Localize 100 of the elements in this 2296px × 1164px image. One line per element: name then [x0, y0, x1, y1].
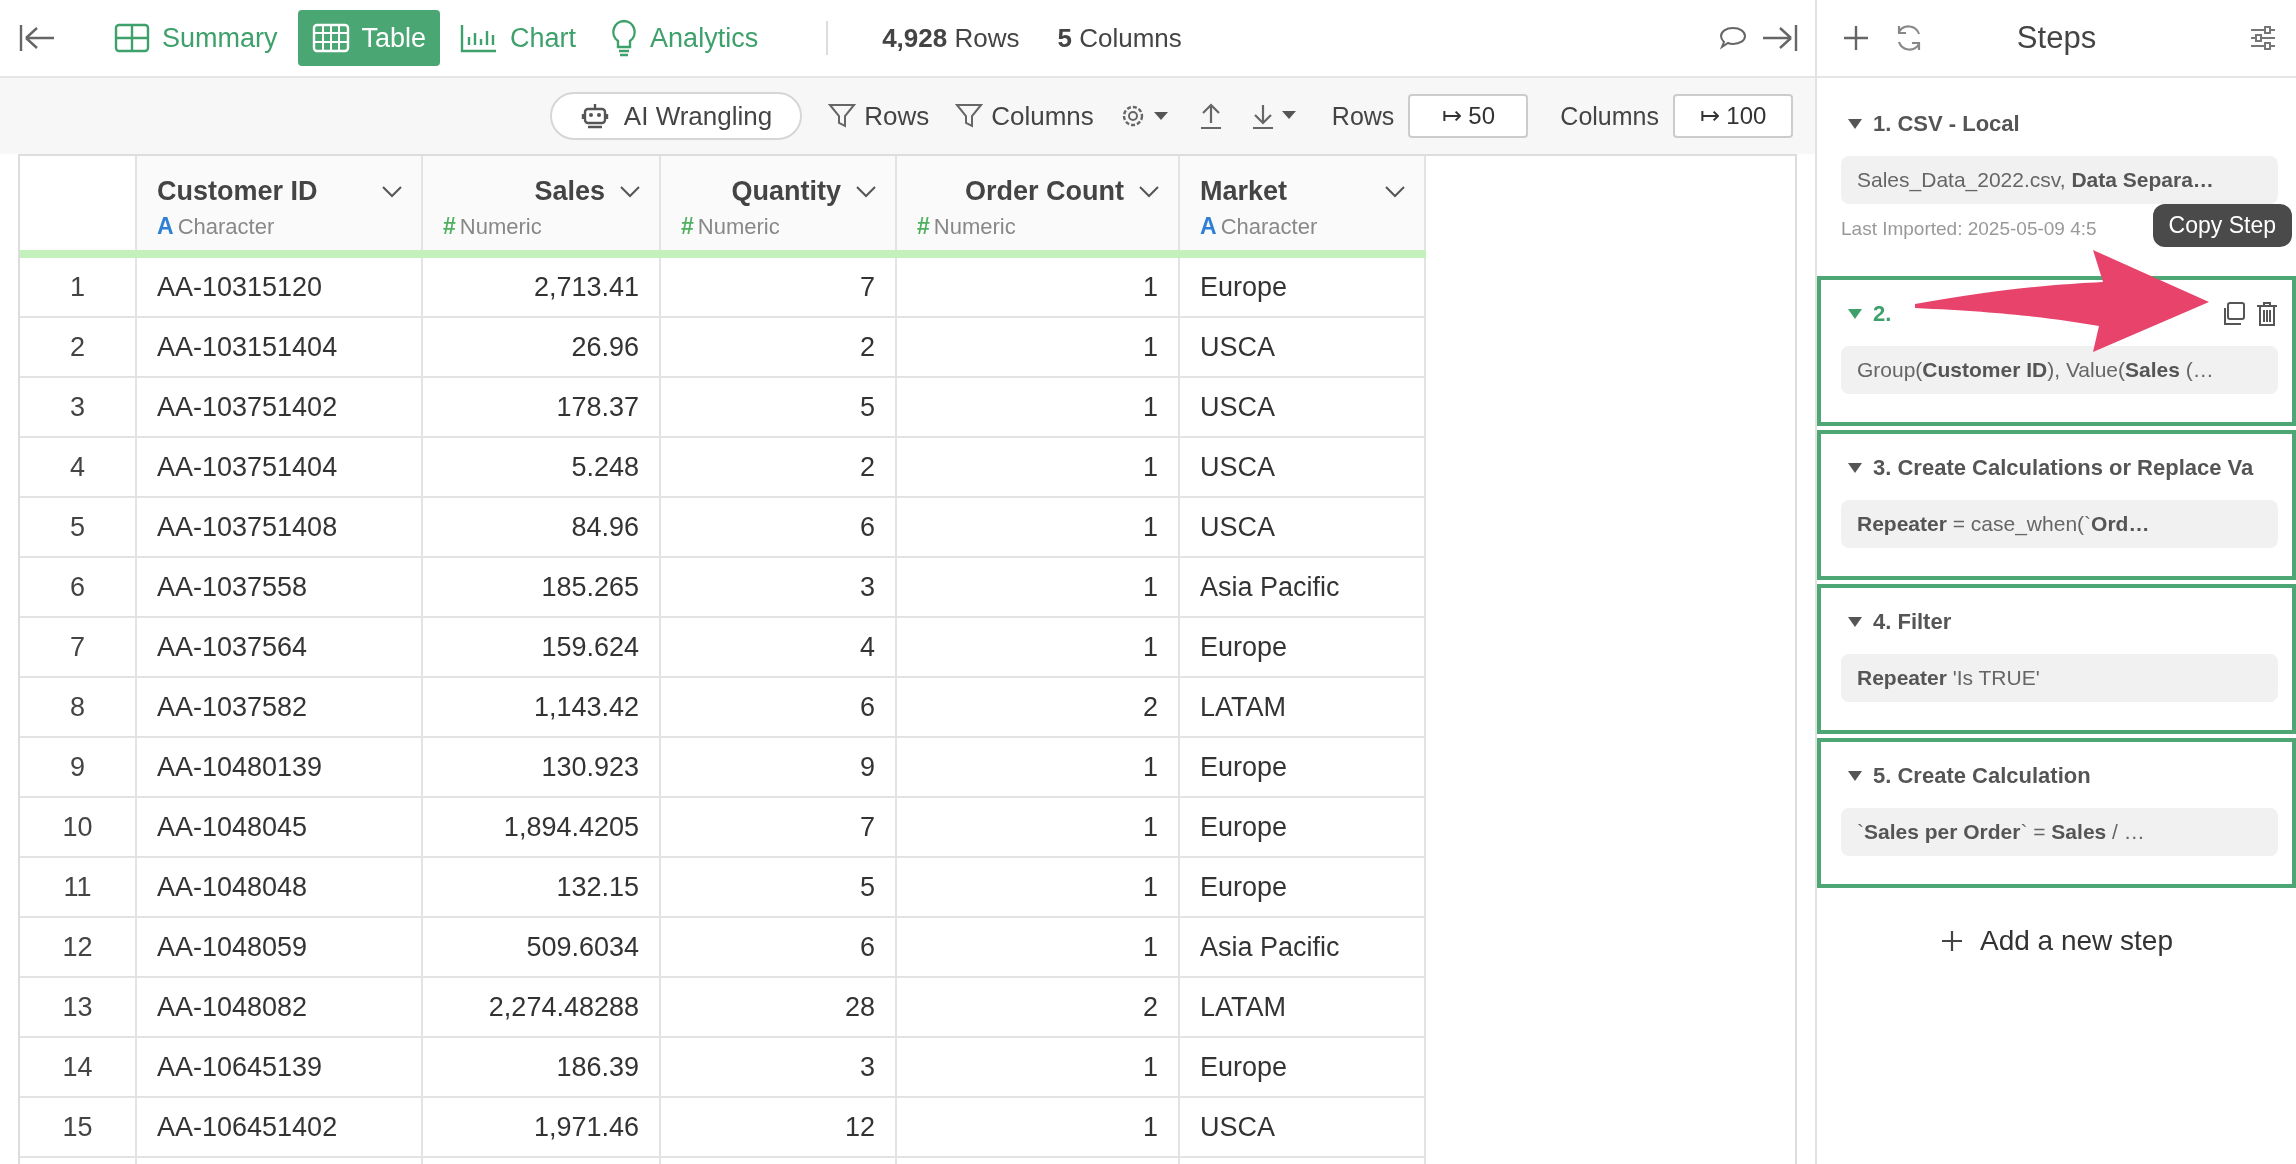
step-summary[interactable]: `Sales per Order` = Sales / …: [1841, 808, 2278, 856]
chevron-down-icon[interactable]: [619, 184, 641, 199]
table-cell: AA-103151404: [157, 331, 338, 362]
table-cell: USCA: [1200, 511, 1275, 542]
step-card[interactable]: 4. Filter Repeater 'Is TRUE': [1817, 584, 2296, 734]
type-icon: #: [917, 213, 930, 240]
caret-icon[interactable]: [1847, 308, 1863, 320]
table-cell: AA-1037564: [157, 631, 308, 662]
table-cell: 1: [1142, 571, 1158, 602]
column-type: Numeric: [459, 214, 542, 240]
grid-icon: [114, 23, 150, 53]
filter-rows-button[interactable]: Rows: [828, 100, 930, 132]
column-header[interactable]: Sales: [534, 176, 605, 207]
row-number: 5: [70, 511, 85, 542]
table-cell: Europe: [1200, 811, 1288, 842]
caret-icon[interactable]: [1847, 462, 1863, 474]
table-cell: 1: [1142, 391, 1158, 422]
column-header[interactable]: Market: [1200, 176, 1288, 207]
chevron-down-icon[interactable]: [381, 184, 403, 199]
table-cell: 132.15: [556, 871, 639, 902]
table-cell: 2,713.41: [533, 271, 639, 302]
lightbulb-icon: [610, 19, 639, 57]
table-cell: 5: [859, 871, 875, 902]
rows-limit-field[interactable]: ↦ 50: [1408, 94, 1529, 138]
row-number: 12: [62, 931, 93, 962]
table-cell: AA-1048045: [157, 811, 308, 842]
column-type: Numeric: [933, 214, 1016, 240]
table-cell: Asia Pacific: [1200, 571, 1340, 602]
table-cell: Europe: [1200, 631, 1288, 662]
table-cell: 2: [1142, 991, 1158, 1022]
panel-title: Steps: [2015, 20, 2098, 56]
table-cell: 2: [1142, 691, 1158, 722]
caret-icon[interactable]: [1847, 616, 1863, 628]
table-cell: Europe: [1200, 871, 1288, 902]
table-cell: Europe: [1200, 751, 1288, 782]
count-label: 5 Columns: [1057, 22, 1182, 54]
column-header[interactable]: Quantity: [731, 176, 841, 207]
column-type: Character: [177, 214, 275, 240]
robot-icon: [579, 101, 610, 131]
table-cell: 1: [1142, 931, 1158, 962]
table-cell: AA-103751402: [157, 391, 338, 422]
step-card[interactable]: 3. Create Calculations or Replace Va Repeater = case_when(`Ord…: [1817, 430, 2296, 580]
step-summary[interactable]: Repeater 'Is TRUE': [1841, 654, 2278, 702]
table-cell: 1: [1142, 1051, 1158, 1082]
comment-icon[interactable]: [1719, 26, 1747, 50]
table-cell: 1: [1142, 451, 1158, 482]
count-label: 4,928 Rows: [882, 22, 1020, 54]
table-cell: 28: [844, 991, 875, 1022]
filter-columns-button[interactable]: Columns: [955, 100, 1094, 132]
table-cell: AA-1048059: [157, 931, 308, 962]
sliders-icon[interactable]: [2248, 23, 2278, 53]
chevron-down-icon[interactable]: [855, 184, 877, 199]
step-title[interactable]: 3. Create Calculations or Replace Va: [1873, 455, 2254, 481]
trash-icon[interactable]: [2256, 301, 2278, 327]
table-cell: 1,971.46: [533, 1111, 639, 1142]
type-icon: A: [157, 213, 174, 240]
table-cell: 1,894.4205: [503, 811, 639, 842]
caret-icon[interactable]: [1847, 770, 1863, 782]
step-title[interactable]: 5. Create Calculation: [1873, 763, 2091, 789]
columns-limit-field[interactable]: ↦ 100: [1673, 94, 1793, 138]
table-cell: AA-1037558: [157, 571, 308, 602]
column-type: Character: [1220, 214, 1318, 240]
ai-wrangling-button[interactable]: AI Wrangling: [549, 92, 803, 140]
table-cell: 26.96: [571, 331, 639, 362]
columns-label: Columns: [1560, 101, 1659, 131]
step-title[interactable]: 1. CSV - Local: [1873, 111, 2020, 137]
column-header[interactable]: Customer ID: [157, 176, 318, 207]
add-step-button[interactable]: Add a new step: [1934, 924, 2179, 958]
filter-icon: [828, 102, 857, 130]
table-icon: [311, 23, 350, 53]
step-summary[interactable]: Sales_Data_2022.csv, Data Separa…: [1841, 156, 2278, 204]
chevron-down-icon[interactable]: [1138, 184, 1160, 199]
table-cell: USCA: [1200, 451, 1275, 482]
table-cell: LATAM: [1200, 991, 1286, 1022]
table-cell: 2: [859, 451, 875, 482]
collapse-icon[interactable]: [18, 23, 56, 53]
expand-panel-icon[interactable]: [1761, 23, 1799, 53]
plus-icon: [1940, 929, 1964, 953]
table-cell: AA-10315120: [157, 271, 323, 302]
caret-icon[interactable]: [1847, 118, 1863, 130]
row-number: 2: [70, 331, 85, 362]
step-summary[interactable]: Group(Customer ID), Value(Sales (…: [1841, 346, 2278, 394]
table-cell: AA-10645139: [157, 1051, 323, 1082]
table-cell: AA-103751404: [157, 451, 338, 482]
column-header[interactable]: Order Count: [965, 176, 1124, 207]
row-number: 11: [63, 871, 92, 902]
step-summary[interactable]: Repeater = case_when(`Ord…: [1841, 500, 2278, 548]
table-cell: 178.37: [556, 391, 639, 422]
row-number: 13: [62, 991, 93, 1022]
copy-step-tooltip: Copy Step: [2152, 204, 2292, 247]
add-icon[interactable]: [1841, 23, 1871, 53]
step-title[interactable]: 4. Filter: [1873, 609, 1952, 635]
step-card[interactable]: 5. Create Calculation `Sales per Order` = Sales / …: [1817, 738, 2296, 888]
row-number: 10: [62, 811, 93, 842]
table-cell: 509.6034: [526, 931, 639, 962]
chevron-down-icon[interactable]: [1384, 184, 1406, 199]
type-icon: A: [1200, 213, 1217, 240]
table-cell: 6: [859, 931, 875, 962]
table-cell: Europe: [1200, 271, 1288, 302]
table-cell: 1: [1142, 331, 1158, 362]
